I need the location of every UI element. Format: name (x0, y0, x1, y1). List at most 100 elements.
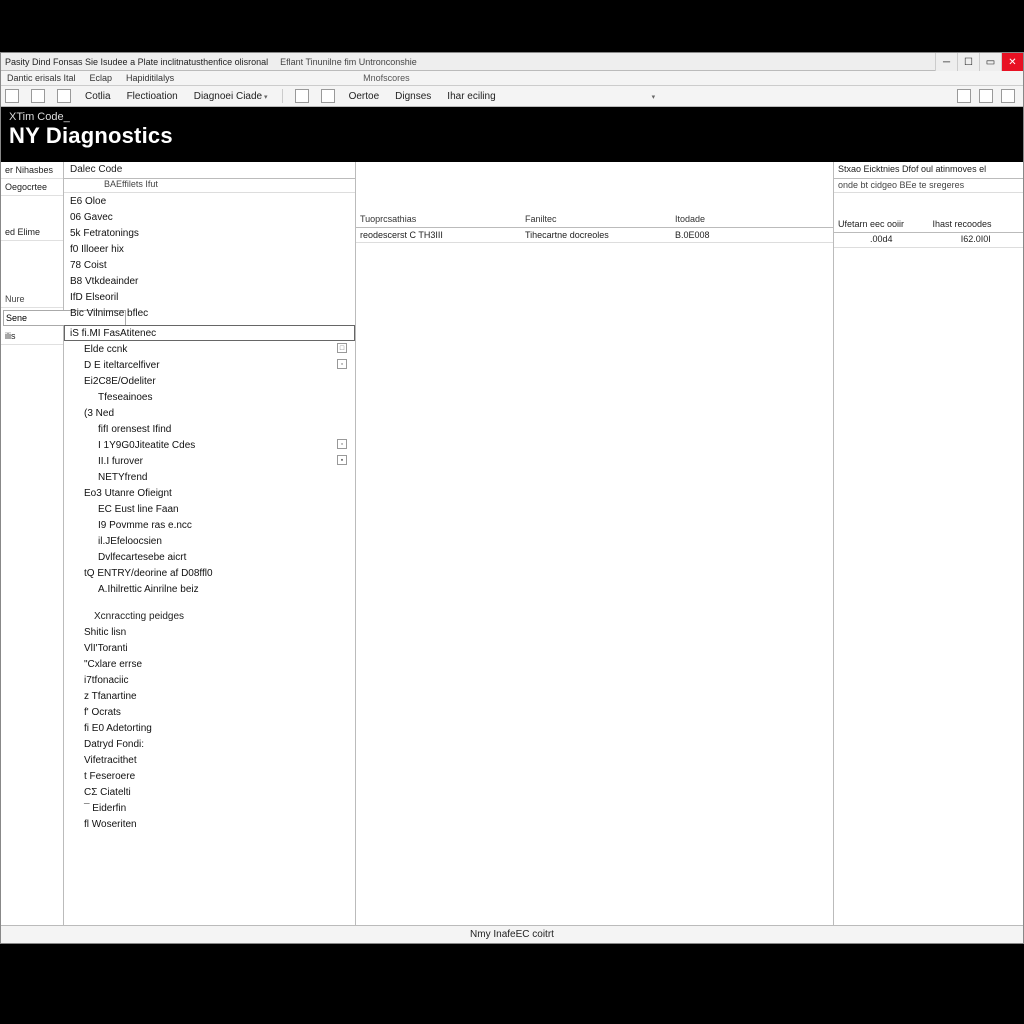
tree-panel: Dalec Code BAEffilets Ifut E6 Oloe 06 Ga… (64, 162, 356, 925)
status-bar: Nmy InafeEC coitrt (1, 925, 1023, 943)
toolbar-item-3[interactable]: Diagnoei Ciade (192, 90, 270, 103)
titlebar-text-a: Pasity Dind Fonsas Sie Isudee a Plate in… (5, 57, 268, 67)
tree-subitem[interactable]: Vifetracithet (64, 752, 355, 768)
app-window: Pasity Dind Fonsas Sie Isudee a Plate in… (0, 52, 1024, 944)
tree-subitem[interactable]: (3 Ned (64, 405, 355, 421)
sidebar-item-c[interactable]: ed Elime (1, 224, 63, 241)
toolbar-right-icon-3[interactable] (1001, 89, 1015, 103)
tree-subitem[interactable]: il.JEfeloocsien (64, 533, 355, 549)
tree-item[interactable]: 78 Coist (64, 257, 355, 273)
toolbar-icon-1[interactable] (5, 89, 19, 103)
maximize-button[interactable]: ☐ (957, 53, 979, 71)
tree-subitem[interactable]: EC Eust line Faan (64, 501, 355, 517)
rp-cell: I62.0I0I (929, 233, 1024, 247)
tree-item[interactable]: Bic Vilnimse bflec (64, 305, 355, 321)
badge-icon: ▫ (337, 439, 347, 449)
tree-subitem[interactable]: Dvlfecartesebe aicrt (64, 549, 355, 565)
sidebar-label-d: Nure (1, 291, 63, 308)
tree-subitem[interactable]: Tfeseainoes (64, 389, 355, 405)
header-bar: XTim Code_ NY Diagnostics (1, 107, 1023, 162)
sidebar-item-b[interactable]: Oegocrtee (1, 179, 63, 196)
tree-subitem[interactable]: "Cxlare errse (64, 656, 355, 672)
tree-item[interactable]: B8 Vtkdeainder (64, 273, 355, 289)
tree-subitem[interactable]: fifI orensest Ifind (64, 421, 355, 437)
right-panel-row[interactable]: .00d4 I62.0I0I (834, 233, 1023, 248)
tree-subitem[interactable]: ¯ Eiderfin (64, 800, 355, 816)
toolbar-right-icon-1[interactable] (957, 89, 971, 103)
tree-item[interactable]: 5k Fetratonings (64, 225, 355, 241)
toolbar-item-6[interactable]: Ihar eciling (445, 90, 497, 103)
grid-cell: reodescerst C TH3III (356, 228, 521, 242)
tree-subitem[interactable]: Ei2C8E/Odeliter (64, 373, 355, 389)
close-button[interactable]: ✕ (1001, 53, 1023, 71)
tree-section-label: Xcnraccting peidges (64, 607, 355, 624)
tree-subheader: BAEffilets Ifut (64, 179, 355, 193)
tree-subitem[interactable]: tQ ENTRY/deorine af D08ffl0 (64, 565, 355, 581)
badge-icon: ▫ (337, 359, 347, 369)
toolbar-item-1[interactable]: Cotlia (83, 90, 113, 103)
tree-subitem[interactable]: Elde ccnk□ (64, 341, 355, 357)
tree-subitem[interactable]: A.Ihilrettic Ainrilne beiz (64, 581, 355, 597)
tree-subitem[interactable]: NETYfrend (64, 469, 355, 485)
toolbar-item-5[interactable]: Dignses (393, 90, 433, 103)
tree-subitem[interactable]: f' Ocrats (64, 704, 355, 720)
titlebar-text-b: Eflant Tinunilne fim Untronconshie (280, 57, 417, 67)
tree-subitem[interactable]: fi E0 Adetorting (64, 720, 355, 736)
tree-subitem[interactable]: D E iteltarcelfiver▫ (64, 357, 355, 373)
toolbar-separator (282, 89, 283, 103)
menubar: Dantic erisals Ital Eclap Hapiditilalys … (1, 71, 1023, 86)
tree-item[interactable]: f0 Illoeer hix (64, 241, 355, 257)
toolbar-item-2[interactable]: Flectioation (125, 90, 180, 103)
tree-subitem[interactable]: I 1Y9G0Jiteatite Cdes▫ (64, 437, 355, 453)
sidebar-item-a[interactable]: er Nihasbes (1, 162, 63, 179)
grid-col-1[interactable]: Tuoprcsathias (356, 212, 521, 227)
tree-subitem[interactable]: i7tfonaciic (64, 672, 355, 688)
tree-item[interactable]: 06 Gavec (64, 209, 355, 225)
titlebar: Pasity Dind Fonsas Sie Isudee a Plate in… (1, 53, 1023, 71)
tree-header: Dalec Code (64, 162, 355, 179)
grid-cell: Tihecartne docreoles (521, 228, 671, 242)
rp-col-2[interactable]: Ihast recoodes (929, 217, 1024, 232)
toolbar-item-4[interactable]: Oertoe (347, 90, 382, 103)
grid-col-3[interactable]: Itodade (671, 212, 811, 227)
rp-cell: .00d4 (834, 233, 929, 247)
restore-button[interactable]: ▭ (979, 53, 1001, 71)
right-panel-columns: Ufetarn eec ooiir Ihast recoodes (834, 217, 1023, 233)
rp-col-1[interactable]: Ufetarn eec ooiir (834, 217, 929, 232)
page-title: NY Diagnostics (9, 123, 1015, 149)
right-panel-header: Stxao Eicktnies Dfof oul atinmoves el (834, 162, 1023, 179)
main-area: Tuoprcsathias Faniltec Itodade reodescer… (356, 162, 1023, 925)
grid-row[interactable]: reodescerst C TH3III Tihecartne docreole… (356, 228, 833, 243)
menu-item-b[interactable]: Eclap (88, 72, 115, 84)
menu-item-a[interactable]: Dantic erisals Ital (5, 72, 78, 84)
tree-item-selected[interactable]: iS fi.MI FasAtitenec (64, 325, 355, 341)
toolbar-icon-3[interactable] (57, 89, 71, 103)
menu-item-d[interactable]: Mnofscores (361, 72, 412, 84)
tree-subitem[interactable]: Datryd Fondi: (64, 736, 355, 752)
tree-body: E6 Oloe 06 Gavec 5k Fetratonings f0 Illo… (64, 193, 355, 925)
tree-subitem[interactable]: Shitic lisn (64, 624, 355, 640)
tree-subitem[interactable]: t Feseroere (64, 768, 355, 784)
content-area: er Nihasbes Oegocrtee ed Elime Nure ilis… (1, 162, 1023, 925)
grid-cell: B.0E008 (671, 228, 811, 242)
toolbar-icon-4[interactable] (295, 89, 309, 103)
toolbar-dropdown[interactable] (650, 90, 670, 103)
tree-item[interactable]: IfD Elseoril (64, 289, 355, 305)
tree-item[interactable]: E6 Oloe (64, 193, 355, 209)
tree-subitem[interactable]: CΣ Ciatelti (64, 784, 355, 800)
minimize-button[interactable]: ─ (935, 53, 957, 71)
toolbar-icon-5[interactable] (321, 89, 335, 103)
toolbar-icon-2[interactable] (31, 89, 45, 103)
tree-subitem[interactable]: z Tfanartine (64, 688, 355, 704)
right-panel: Stxao Eicktnies Dfof oul atinmoves el on… (833, 162, 1023, 925)
breadcrumb: XTim Code_ (9, 111, 1015, 123)
tree-subitem[interactable]: Eo3 Utanre Ofieignt (64, 485, 355, 501)
sidebar-item-e[interactable]: ilis (1, 328, 63, 345)
tree-subitem[interactable]: fl Woseriten (64, 816, 355, 832)
tree-subitem[interactable]: VlI'Toranti (64, 640, 355, 656)
tree-subitem[interactable]: I9 Povmme ras e.ncc (64, 517, 355, 533)
tree-subitem[interactable]: II.I furover▪ (64, 453, 355, 469)
menu-item-c[interactable]: Hapiditilalys (124, 72, 176, 84)
toolbar-right-icon-2[interactable] (979, 89, 993, 103)
grid-col-2[interactable]: Faniltec (521, 212, 671, 227)
